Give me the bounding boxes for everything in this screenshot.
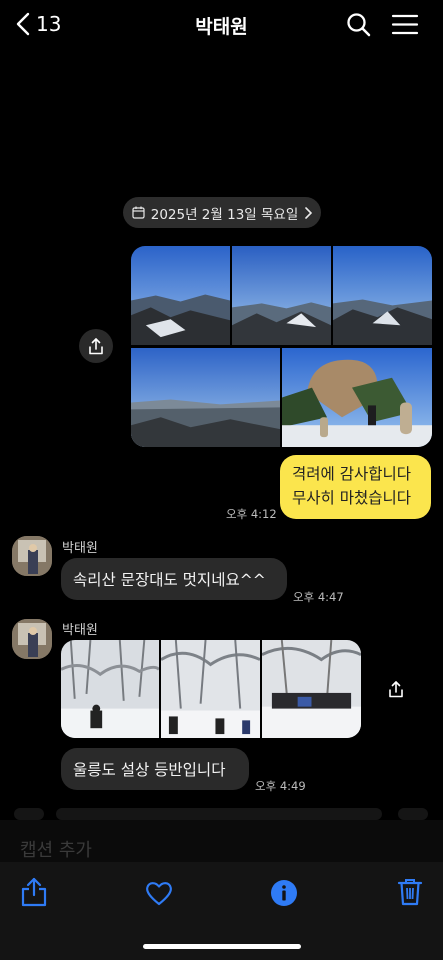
message-line: 무사히 마쳤습니다 (292, 489, 412, 507)
partial-row (14, 808, 44, 820)
chat-title: 박태원 (195, 16, 248, 38)
their-message-bubble[interactable]: 울릉도 설상 등반입니다 (61, 748, 249, 790)
trash-icon (397, 879, 423, 906)
share-photo-button[interactable] (79, 329, 113, 363)
photo-thumbnail[interactable] (262, 640, 361, 738)
date-divider[interactable]: 2025년 2월 13일 목요일 (123, 197, 321, 228)
share-icon (21, 877, 47, 907)
date-divider-text: 2025년 2월 13일 목요일 (150, 206, 299, 223)
delete-button[interactable] (397, 877, 427, 907)
share-photo-button[interactable] (384, 677, 408, 701)
share-icon (89, 337, 103, 354)
heart-icon (146, 882, 172, 906)
message-time: 오후 4:49 (255, 779, 306, 793)
partial-row (398, 808, 428, 820)
partial-row (56, 808, 382, 820)
photo-thumbnail[interactable] (282, 348, 432, 447)
share-icon (389, 680, 403, 697)
share-button[interactable] (20, 877, 50, 907)
chevron-right-icon (305, 206, 313, 219)
search-button[interactable] (344, 10, 374, 40)
photo-thumbnail[interactable] (161, 640, 260, 738)
message-line: 격려에 감사합니다 (292, 465, 412, 483)
menu-button[interactable] (390, 10, 420, 40)
photo-thumbnail[interactable] (333, 246, 432, 345)
home-indicator[interactable] (143, 944, 301, 949)
search-icon (347, 13, 371, 37)
photo-thumbnail[interactable] (131, 348, 280, 447)
info-icon (271, 880, 297, 906)
message-time: 오후 4:12 (226, 507, 277, 521)
calendar-icon (132, 206, 145, 219)
sender-name: 박태원 (62, 541, 98, 556)
message-time: 오후 4:47 (293, 590, 344, 604)
caption-input[interactable]: 캡션 추가 (20, 836, 92, 862)
their-message-bubble[interactable]: 속리산 문장대도 멋지네요^^ (61, 558, 287, 600)
photo-thumbnail[interactable] (131, 246, 230, 345)
message-text: 울릉도 설상 등반입니다 (73, 761, 226, 779)
avatar[interactable] (12, 619, 52, 659)
message-text: 속리산 문장대도 멋지네요^^ (73, 571, 266, 589)
photo-thumbnail[interactable] (61, 640, 159, 738)
favorite-button[interactable] (145, 880, 175, 910)
chat-header: 13 박태원 (0, 0, 443, 50)
info-button[interactable] (270, 879, 300, 909)
avatar[interactable] (12, 536, 52, 576)
hamburger-menu-icon (391, 14, 419, 35)
sender-name: 박태원 (62, 623, 98, 638)
photo-thumbnail[interactable] (232, 246, 331, 345)
my-message-bubble[interactable]: 격려에 감사합니다 무사히 마쳤습니다 (280, 455, 431, 519)
